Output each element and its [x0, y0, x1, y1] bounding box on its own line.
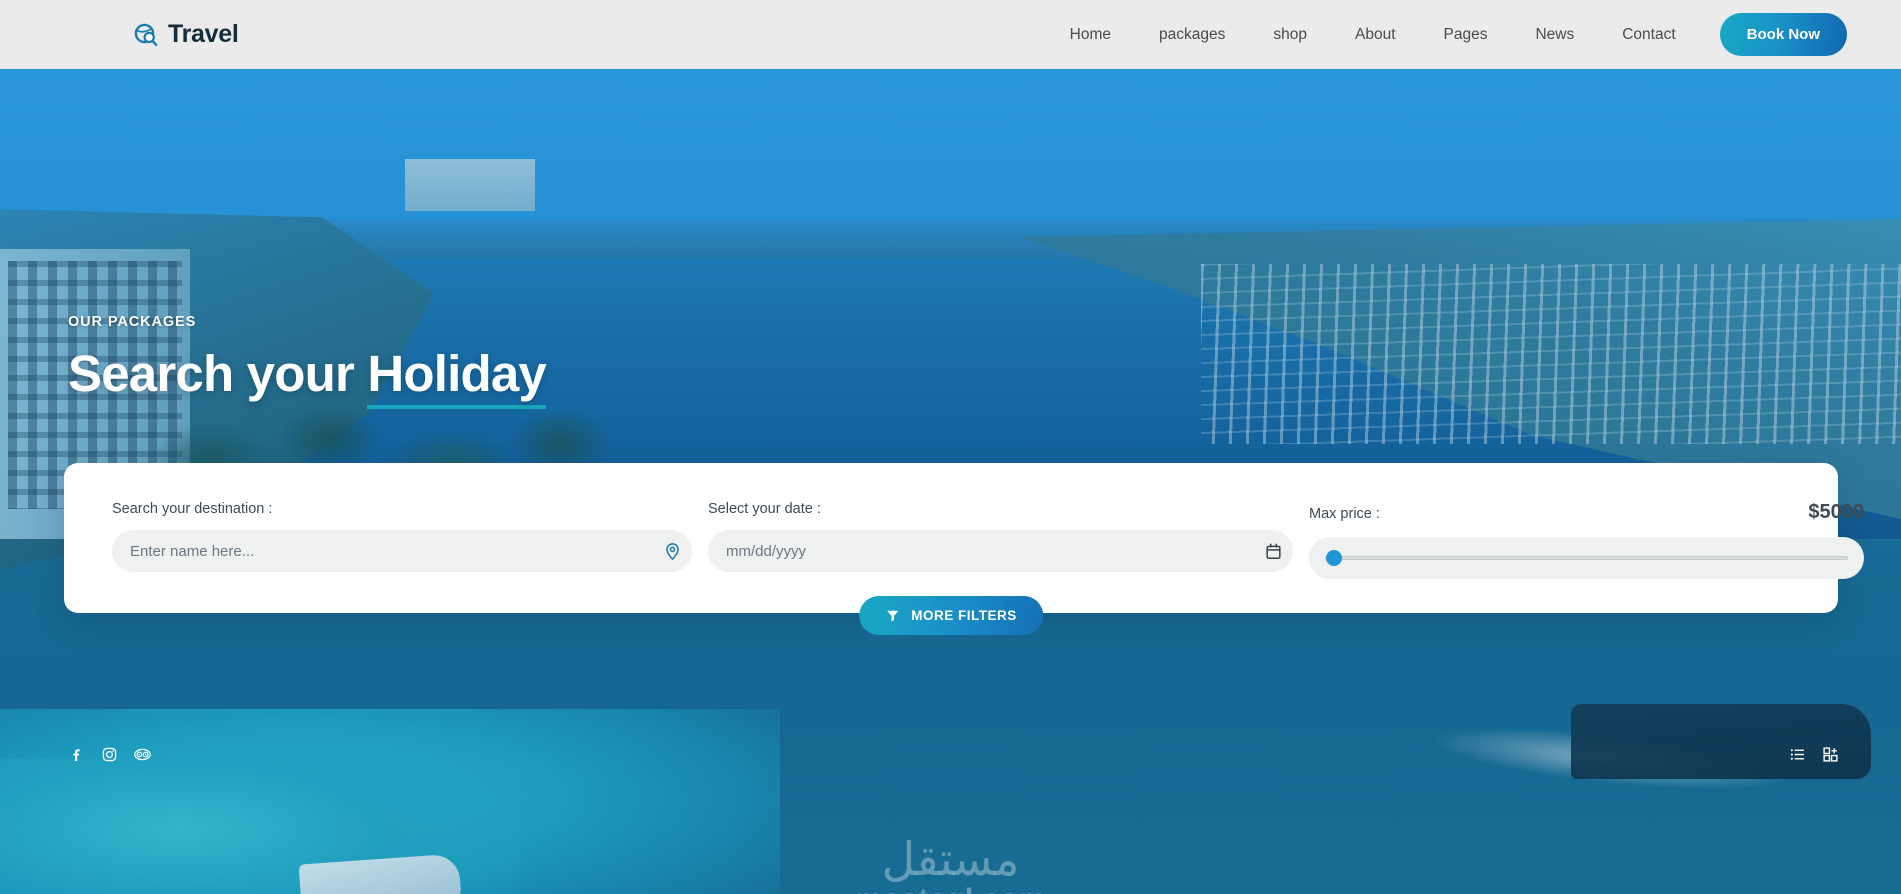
view-mode-toggles [1789, 746, 1839, 763]
more-filters-button[interactable]: MORE FILTERS [859, 596, 1043, 635]
instagram-icon[interactable] [101, 746, 118, 763]
grid-view-icon[interactable] [1822, 746, 1839, 763]
price-field-group: Max price : $5000 [1309, 501, 1864, 579]
price-slider-wrap[interactable] [1309, 537, 1864, 579]
site-header: Travel Home packages shop About Pages Ne… [0, 0, 1901, 69]
date-input[interactable] [726, 542, 1248, 560]
brand-name: Travel [168, 20, 239, 48]
nav-item-news[interactable]: News [1511, 26, 1598, 44]
nav-item-packages[interactable]: packages [1135, 26, 1249, 44]
price-label: Max price : [1309, 506, 1380, 522]
max-price-slider[interactable] [1325, 556, 1848, 560]
date-field-group: Select your date : [708, 501, 1293, 572]
price-header: Max price : $5000 [1309, 501, 1864, 524]
more-filters-label: MORE FILTERS [911, 608, 1017, 623]
search-panel: Search your destination : Select your [64, 463, 1864, 635]
nav-item-pages[interactable]: Pages [1420, 26, 1512, 44]
page-title: Search your Holiday [68, 344, 547, 409]
hero-title-accent: Holiday [367, 345, 547, 409]
price-value: $5000 [1808, 501, 1864, 523]
location-pin-icon[interactable] [655, 542, 679, 561]
nav-item-about[interactable]: About [1331, 26, 1420, 44]
book-now-button[interactable]: Book Now [1719, 13, 1847, 56]
destination-input-wrap[interactable] [112, 530, 692, 572]
social-links [68, 746, 151, 763]
list-view-icon[interactable] [1789, 746, 1806, 763]
search-input[interactable] [130, 542, 647, 560]
date-label: Select your date : [708, 501, 821, 517]
brand-logo[interactable]: Travel [133, 20, 239, 49]
destination-label: Search your destination : [112, 501, 273, 517]
date-input-wrap[interactable] [708, 530, 1293, 572]
hero-copy: OUR PACKAGES Search your Holiday [68, 314, 547, 409]
facebook-icon[interactable] [68, 746, 85, 763]
nav-item-home[interactable]: Home [1046, 26, 1135, 44]
nav-item-contact[interactable]: Contact [1598, 26, 1699, 44]
page-root: Travel Home packages shop About Pages Ne… [0, 0, 1901, 894]
nav-item-shop[interactable]: shop [1249, 26, 1331, 44]
hero-title-lead: Search your [68, 345, 368, 402]
hero-eyebrow: OUR PACKAGES [68, 314, 197, 330]
tripadvisor-icon[interactable] [134, 746, 151, 763]
hero-section: OUR PACKAGES Search your Holiday مستقل S… [0, 69, 1901, 894]
funnel-icon [885, 608, 900, 623]
globe-search-icon [133, 22, 159, 48]
search-fields: Search your destination : Select your [112, 501, 1864, 579]
calendar-icon[interactable] [1256, 542, 1281, 561]
main-navigation: Home packages shop About Pages News Cont… [1046, 13, 1847, 56]
destination-field-group: Search your destination : [112, 501, 692, 572]
